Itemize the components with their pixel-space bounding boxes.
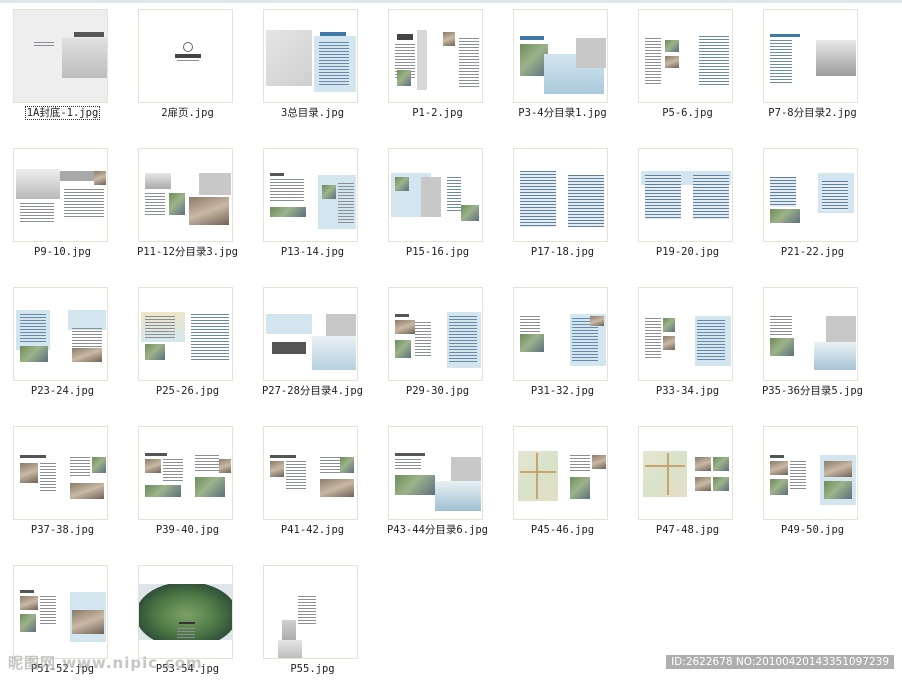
thumbnail-image bbox=[763, 148, 858, 242]
thumbnail-image bbox=[513, 426, 608, 520]
thumbnail-label: P39-40.jpg bbox=[155, 524, 220, 536]
thumbnail-item[interactable]: P43-44分目录6.jpg bbox=[375, 417, 500, 547]
watermark-left: 昵图网 www.nipic.com bbox=[8, 654, 203, 672]
thumbnail-item[interactable]: P29-30.jpg bbox=[375, 278, 500, 408]
thumbnail-label: 1A封底-1.jpg bbox=[24, 106, 101, 120]
thumbnail-item[interactable]: 2扉页.jpg bbox=[125, 0, 250, 130]
thumbnail-item[interactable]: P1-2.jpg bbox=[375, 0, 500, 130]
thumbnail-label: P9-10.jpg bbox=[34, 246, 91, 258]
thumbnail-item[interactable]: P23-24.jpg bbox=[0, 278, 125, 408]
thumbnail-item[interactable]: 3总目录.jpg bbox=[250, 0, 375, 130]
thumbnail-label: P37-38.jpg bbox=[30, 524, 95, 536]
thumbnail-image bbox=[263, 287, 358, 381]
thumbnail-image bbox=[13, 565, 108, 659]
thumbnail-image bbox=[638, 426, 733, 520]
thumbnail-image bbox=[638, 9, 733, 103]
thumbnail-item[interactable]: P35-36分目录5.jpg bbox=[750, 278, 875, 408]
thumbnail-image bbox=[638, 148, 733, 242]
thumbnail-image bbox=[138, 148, 233, 242]
thumbnail-item[interactable]: P7-8分目录2.jpg bbox=[750, 0, 875, 130]
thumbnail-image bbox=[263, 426, 358, 520]
thumbnail-image bbox=[138, 565, 233, 659]
watermark-right: ID:2622678 NO:20100420143351097239 bbox=[666, 655, 894, 669]
thumbnail-label: P35-36分目录5.jpg bbox=[761, 385, 864, 397]
thumbnail-label: P17-18.jpg bbox=[530, 246, 595, 258]
thumbnail-image bbox=[13, 148, 108, 242]
thumbnail-image bbox=[388, 9, 483, 103]
thumbnail-label: P23-24.jpg bbox=[30, 385, 95, 397]
thumbnail-item[interactable]: P41-42.jpg bbox=[250, 417, 375, 547]
thumbnail-label: P3-4分目录1.jpg bbox=[518, 107, 607, 119]
thumbnail-item[interactable]: P21-22.jpg bbox=[750, 139, 875, 269]
thumbnail-image bbox=[263, 148, 358, 242]
thumbnail-image bbox=[638, 287, 733, 381]
thumbnail-label: P5-6.jpg bbox=[662, 107, 713, 119]
thumbnail-item[interactable]: P17-18.jpg bbox=[500, 139, 625, 269]
thumbnail-item[interactable]: P37-38.jpg bbox=[0, 417, 125, 547]
thumbnail-item[interactable]: P47-48.jpg bbox=[625, 417, 750, 547]
thumbnail-label: 3总目录.jpg bbox=[280, 107, 345, 119]
thumbnail-label: P13-14.jpg bbox=[280, 246, 345, 258]
thumbnail-image bbox=[388, 426, 483, 520]
thumbnail-label: P41-42.jpg bbox=[280, 524, 345, 536]
thumbnail-label: P1-2.jpg bbox=[412, 107, 463, 119]
thumbnail-image bbox=[513, 148, 608, 242]
thumbnail-image bbox=[763, 9, 858, 103]
thumbnail-item[interactable]: P55.jpg bbox=[250, 556, 375, 686]
thumbnail-label: P33-34.jpg bbox=[655, 385, 720, 397]
thumbnail-item[interactable]: P27-28分目录4.jpg bbox=[250, 278, 375, 408]
thumbnail-label: P47-48.jpg bbox=[655, 524, 720, 536]
thumbnail-image bbox=[513, 9, 608, 103]
thumbnail-image bbox=[13, 287, 108, 381]
thumbnail-item[interactable]: P39-40.jpg bbox=[125, 417, 250, 547]
thumbnail-image bbox=[388, 148, 483, 242]
thumbnail-label: P19-20.jpg bbox=[655, 246, 720, 258]
thumbnail-image bbox=[513, 287, 608, 381]
thumbnail-label: P55.jpg bbox=[290, 663, 335, 675]
thumbnail-item[interactable]: P15-16.jpg bbox=[375, 139, 500, 269]
thumbnail-image bbox=[138, 426, 233, 520]
thumbnail-item[interactable]: P13-14.jpg bbox=[250, 139, 375, 269]
thumbnail-image bbox=[263, 9, 358, 103]
thumbnail-image bbox=[13, 9, 108, 103]
thumbnail-label: P15-16.jpg bbox=[405, 246, 470, 258]
thumbnail-label: 2扉页.jpg bbox=[161, 107, 214, 119]
thumbnail-label: P43-44分目录6.jpg bbox=[386, 524, 489, 536]
thumbnail-image bbox=[13, 426, 108, 520]
thumbnail-label: P25-26.jpg bbox=[155, 385, 220, 397]
thumbnail-label: P29-30.jpg bbox=[405, 385, 470, 397]
thumbnail-label: P7-8分目录2.jpg bbox=[768, 107, 857, 119]
thumbnail-grid: 1A封底-1.jpg 2扉页.jpg 3总目录.jpg P1-2.jpg P3-… bbox=[0, 0, 902, 682]
thumbnail-item[interactable]: P33-34.jpg bbox=[625, 278, 750, 408]
thumbnail-label: P11-12分目录3.jpg bbox=[136, 246, 239, 258]
thumbnail-label: P45-46.jpg bbox=[530, 524, 595, 536]
thumbnail-image bbox=[388, 287, 483, 381]
thumbnail-item[interactable]: P5-6.jpg bbox=[625, 0, 750, 130]
thumbnail-item[interactable]: P45-46.jpg bbox=[500, 417, 625, 547]
thumbnail-item[interactable]: P49-50.jpg bbox=[750, 417, 875, 547]
thumbnail-image bbox=[138, 9, 233, 103]
thumbnail-image bbox=[263, 565, 358, 659]
thumbnail-label: P49-50.jpg bbox=[780, 524, 845, 536]
thumbnail-label: P27-28分目录4.jpg bbox=[261, 385, 364, 397]
thumbnail-item[interactable]: P31-32.jpg bbox=[500, 278, 625, 408]
thumbnail-label: P21-22.jpg bbox=[780, 246, 845, 258]
thumbnail-image bbox=[763, 426, 858, 520]
thumbnail-item[interactable]: P25-26.jpg bbox=[125, 278, 250, 408]
thumbnail-item[interactable]: P19-20.jpg bbox=[625, 139, 750, 269]
thumbnail-label: P31-32.jpg bbox=[530, 385, 595, 397]
thumbnail-image bbox=[138, 287, 233, 381]
thumbnail-item[interactable]: P11-12分目录3.jpg bbox=[125, 139, 250, 269]
thumbnail-item[interactable]: P3-4分目录1.jpg bbox=[500, 0, 625, 130]
thumbnail-item[interactable]: P9-10.jpg bbox=[0, 139, 125, 269]
thumbnail-item[interactable]: 1A封底-1.jpg bbox=[0, 0, 125, 130]
thumbnail-image bbox=[763, 287, 858, 381]
